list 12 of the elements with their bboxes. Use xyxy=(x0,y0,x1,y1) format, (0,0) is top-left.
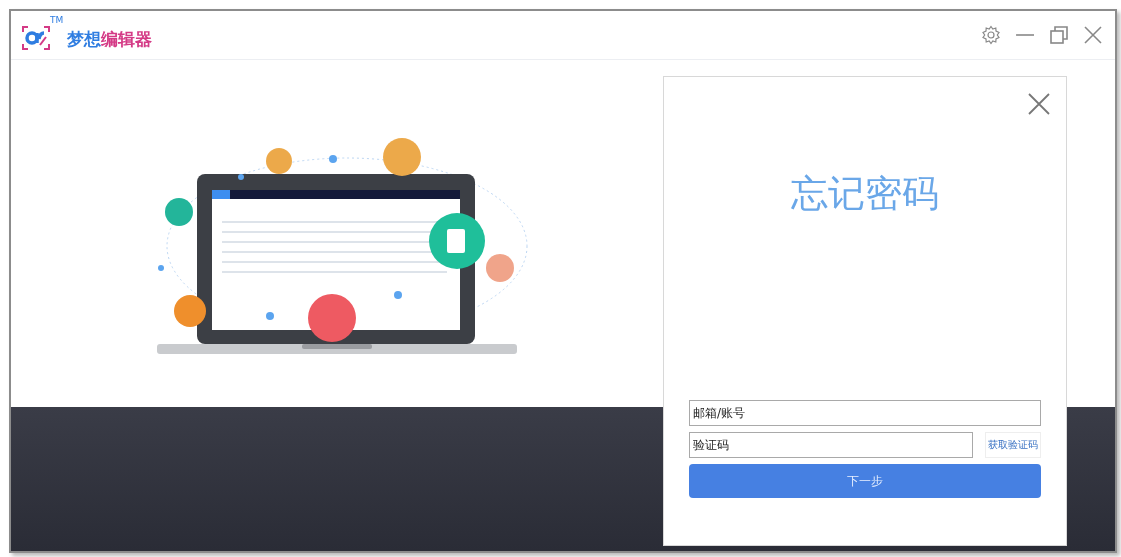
app-title: 梦想编辑器 xyxy=(67,27,152,51)
dialog-title: 忘记密码 xyxy=(790,171,940,217)
trademark-mark: TM xyxy=(50,15,64,25)
logo-icon xyxy=(21,25,51,51)
close-icon[interactable] xyxy=(1083,25,1103,45)
close-icon[interactable] xyxy=(1028,93,1050,115)
next-button[interactable]: 下一步 xyxy=(689,464,1041,498)
get-code-button[interactable]: 获取验证码 xyxy=(985,432,1041,458)
verification-code-input[interactable]: 验证码 xyxy=(689,432,973,458)
maximize-icon[interactable] xyxy=(1049,25,1069,45)
account-input[interactable]: 邮箱/账号 xyxy=(689,400,1041,426)
settings-icon[interactable] xyxy=(981,25,1001,45)
